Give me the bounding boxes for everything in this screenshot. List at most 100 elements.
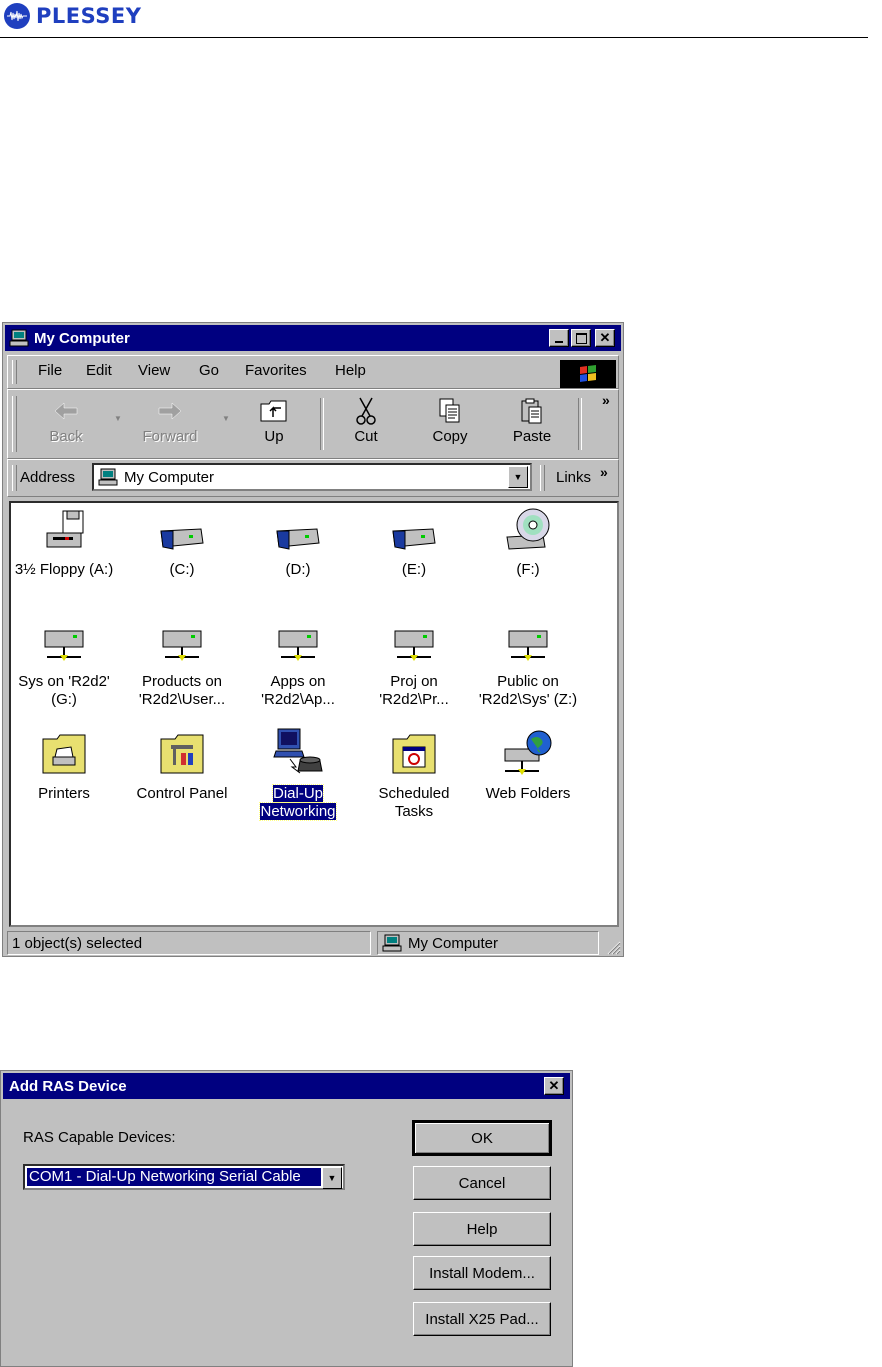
item-label: Networking xyxy=(259,802,337,821)
dial-up-networking-item[interactable]: Dial-Up Networking xyxy=(243,728,353,821)
copy-label: Copy xyxy=(432,428,468,445)
menu-file[interactable]: File xyxy=(38,362,62,379)
menu-edit[interactable]: Edit xyxy=(86,362,112,379)
status-zone: My Computer xyxy=(377,931,599,955)
menu-bar-grip[interactable] xyxy=(12,360,17,384)
printers-folder-icon xyxy=(42,734,86,774)
my-computer-icon xyxy=(9,329,29,347)
item-label: Proj on xyxy=(390,673,438,690)
item-label: Apps on xyxy=(270,673,326,690)
menu-favorites[interactable]: Favorites xyxy=(245,362,307,379)
resize-grip-icon[interactable] xyxy=(605,939,621,955)
device-select[interactable]: COM1 - Dial-Up Networking Serial Cable ▼ xyxy=(23,1164,345,1190)
item-label: Public on xyxy=(497,673,559,690)
item-label: 'R2d2\Ap... xyxy=(261,691,335,708)
device-select-value: COM1 - Dial-Up Networking Serial Cable xyxy=(26,1167,322,1187)
up-button[interactable]: Up xyxy=(236,396,312,454)
network-drive-public-item[interactable]: Public on 'R2d2\Sys' (Z:) xyxy=(473,617,583,709)
toolbar-more-chevron[interactable]: » xyxy=(602,392,610,408)
drive-d-item[interactable]: (D:) xyxy=(243,505,353,579)
dialog-close-button[interactable]: ✕ xyxy=(544,1077,564,1095)
status-bar: 1 object(s) selected My Computer xyxy=(7,931,621,955)
floppy-drive-item[interactable]: 3½ Floppy (A:) xyxy=(9,505,119,579)
cancel-button[interactable]: Cancel xyxy=(413,1166,551,1200)
minimize-button[interactable] xyxy=(549,329,569,347)
device-dropdown-button[interactable]: ▼ xyxy=(322,1167,342,1189)
network-drive-icon xyxy=(44,630,84,661)
help-button[interactable]: Help xyxy=(413,1212,551,1246)
my-computer-icon xyxy=(98,468,118,486)
brand-name: PLESSEY xyxy=(36,4,142,28)
install-x25-pad-button[interactable]: Install X25 Pad... xyxy=(413,1302,551,1336)
menu-help[interactable]: Help xyxy=(335,362,366,379)
address-bar: Address My Computer ▼ Links » xyxy=(7,459,619,497)
links-button[interactable]: Links xyxy=(556,469,591,486)
address-bar-grip[interactable] xyxy=(12,465,17,491)
links-more-chevron[interactable]: » xyxy=(600,464,608,480)
network-drive-icon xyxy=(278,630,318,661)
maximize-button[interactable] xyxy=(571,329,591,347)
network-drive-icon xyxy=(394,630,434,661)
window-titlebar[interactable]: My Computer ✕ xyxy=(5,325,621,351)
header-rule xyxy=(0,37,868,38)
dialog-titlebar[interactable]: Add RAS Device ✕ xyxy=(3,1073,570,1099)
item-label: Products on xyxy=(141,673,223,690)
back-arrow-icon xyxy=(54,402,78,420)
menu-view[interactable]: View xyxy=(138,362,170,379)
toolbar-separator xyxy=(320,398,324,450)
hard-drive-icon xyxy=(160,528,204,550)
forward-dropdown-icon[interactable]: ▼ xyxy=(222,414,230,423)
floppy-drive-icon xyxy=(46,510,84,548)
status-text: 1 object(s) selected xyxy=(7,931,371,955)
item-label: Printers xyxy=(38,785,90,802)
address-input[interactable]: My Computer ▼ xyxy=(92,463,532,491)
links-grip[interactable] xyxy=(540,465,545,491)
address-dropdown-button[interactable]: ▼ xyxy=(508,466,528,488)
copy-button[interactable]: Copy xyxy=(412,396,488,454)
web-folders-icon xyxy=(504,730,552,775)
hard-drive-icon xyxy=(392,528,436,550)
cut-label: Cut xyxy=(354,428,378,445)
dial-up-networking-icon xyxy=(273,728,323,774)
toolbar-grip[interactable] xyxy=(12,396,17,452)
back-button[interactable]: Back xyxy=(28,396,104,454)
control-panel-item[interactable]: Control Panel xyxy=(127,729,237,803)
control-panel-icon xyxy=(160,734,204,774)
close-button[interactable]: ✕ xyxy=(595,329,615,347)
up-label: Up xyxy=(264,428,284,445)
printers-item[interactable]: Printers xyxy=(9,729,119,803)
drive-e-item[interactable]: (E:) xyxy=(359,505,469,579)
install-modem-button[interactable]: Install Modem... xyxy=(413,1256,551,1290)
cut-button[interactable]: Cut xyxy=(328,396,404,454)
menu-go[interactable]: Go xyxy=(199,362,219,379)
forward-arrow-icon xyxy=(158,402,182,420)
item-label: Scheduled xyxy=(378,785,450,802)
drive-f-item[interactable]: (F:) xyxy=(473,505,583,579)
plessey-logo-icon xyxy=(4,3,30,29)
scheduled-tasks-icon xyxy=(392,734,436,774)
item-label: (F:) xyxy=(516,561,540,578)
ok-button[interactable]: OK xyxy=(412,1120,552,1156)
forward-button[interactable]: Forward xyxy=(132,396,208,454)
folder-view: 3½ Floppy (A:) (C:) (D:) (E:) (F:) Sys o… xyxy=(9,501,619,927)
copy-icon xyxy=(439,398,460,423)
item-label: Tasks xyxy=(394,803,434,820)
network-drive-g-item[interactable]: Sys on 'R2d2' (G:) xyxy=(9,617,119,709)
forward-label: Forward xyxy=(142,428,198,445)
scheduled-tasks-item[interactable]: Scheduled Tasks xyxy=(359,729,469,821)
paste-button[interactable]: Paste xyxy=(494,396,570,454)
network-drive-products-item[interactable]: Products on 'R2d2\User... xyxy=(127,617,237,709)
web-folders-item[interactable]: Web Folders xyxy=(473,729,583,803)
cd-drive-icon xyxy=(506,508,550,550)
scissors-icon xyxy=(356,397,376,425)
plessey-logo: PLESSEY xyxy=(4,2,141,30)
network-drive-proj-item[interactable]: Proj on 'R2d2\Pr... xyxy=(359,617,469,709)
back-label: Back xyxy=(49,428,83,445)
close-icon: ✕ xyxy=(599,330,611,345)
drive-c-item[interactable]: (C:) xyxy=(127,505,237,579)
item-label: Dial-Up xyxy=(271,784,325,803)
network-drive-icon xyxy=(162,630,202,661)
back-dropdown-icon[interactable]: ▼ xyxy=(114,414,122,423)
network-drive-apps-item[interactable]: Apps on 'R2d2\Ap... xyxy=(243,617,353,709)
menu-bar: File Edit View Go Favorites Help xyxy=(7,355,619,389)
